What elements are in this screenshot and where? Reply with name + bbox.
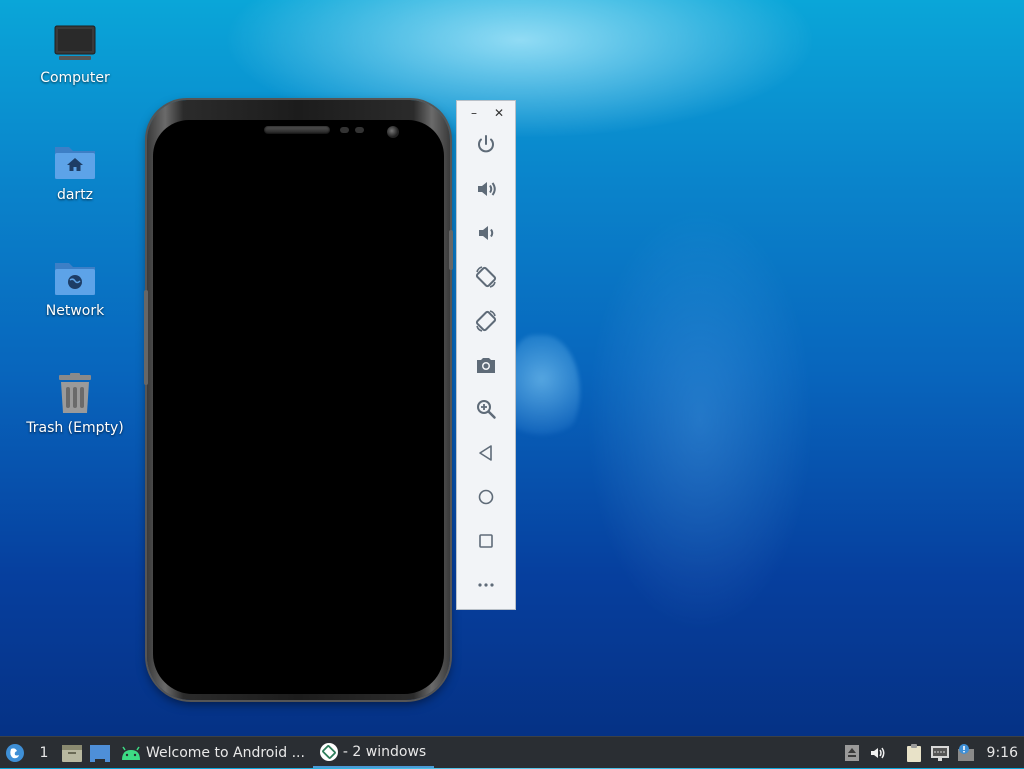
home-folder-icon <box>53 139 97 183</box>
screenshot-button[interactable] <box>466 347 506 383</box>
more-button[interactable] <box>466 567 506 603</box>
speaker-icon <box>870 747 885 758</box>
device-side-button <box>144 290 148 385</box>
home-icon <box>478 489 494 505</box>
file-manager-icon <box>62 744 82 762</box>
back-icon <box>479 445 492 461</box>
task-android-welcome[interactable]: Welcome to Android ... <box>114 737 313 768</box>
wallpaper-jellyfish <box>510 335 580 445</box>
desktop-icon-trash[interactable]: Trash (Empty) <box>20 372 130 436</box>
task-label: - 2 windows <box>342 743 427 760</box>
eject-tray-item[interactable] <box>839 737 865 769</box>
toolbar-title-bar: – ✕ <box>457 101 515 127</box>
show-desktop-launcher[interactable] <box>86 737 114 769</box>
desktop-icon-computer[interactable]: Computer <box>20 22 130 86</box>
volume-down-icon <box>479 226 494 240</box>
power-button[interactable] <box>466 127 506 163</box>
desktop-icon <box>90 744 110 762</box>
file-manager-launcher[interactable] <box>58 737 86 769</box>
trash-icon <box>53 372 97 416</box>
device-sensor <box>340 127 349 133</box>
task-label: Welcome to Android ... <box>146 744 305 761</box>
overview-button[interactable] <box>466 523 506 559</box>
network-tray-item[interactable] <box>927 737 953 769</box>
task-emulator-group[interactable]: - 2 windows <box>312 737 435 768</box>
system-tray: 9:16 <box>839 737 1024 769</box>
android-icon <box>122 746 140 760</box>
volume-up-icon <box>478 182 496 196</box>
volume-up-button[interactable] <box>466 171 506 207</box>
volume-tray-item[interactable] <box>865 737 891 769</box>
device-sensor <box>355 127 364 133</box>
emulator-toolbar: – ✕ <box>456 100 516 610</box>
desktop-icon-network[interactable]: Network <box>20 255 130 319</box>
computer-icon <box>53 22 97 66</box>
eject-icon <box>844 744 859 761</box>
minimize-button[interactable]: – <box>466 105 482 121</box>
device-camera <box>387 126 399 138</box>
workspace-switcher[interactable]: 1 <box>30 737 58 769</box>
desktop-icon-label: Computer <box>40 70 110 86</box>
tray-spacer <box>891 737 901 769</box>
camera-icon <box>477 358 495 373</box>
desktop-icon-dartz[interactable]: dartz <box>20 139 130 203</box>
start-menu-button[interactable] <box>0 737 30 769</box>
more-icon <box>478 583 494 587</box>
emulator-screen[interactable] <box>153 120 444 694</box>
zoom-icon <box>477 400 496 419</box>
home-button[interactable] <box>466 479 506 515</box>
emulator-icon <box>319 742 338 761</box>
clock[interactable]: 9:16 <box>979 745 1024 761</box>
close-button[interactable]: ✕ <box>491 105 507 121</box>
emulator-device-frame <box>144 100 453 700</box>
clipboard-icon <box>906 743 921 762</box>
notification-tray-item[interactable] <box>953 737 979 769</box>
power-icon <box>478 135 494 153</box>
device-speaker <box>264 126 330 134</box>
rotate-left-button[interactable] <box>466 259 506 295</box>
overview-icon <box>479 534 493 548</box>
start-menu-icon <box>6 743 24 762</box>
desktop-icon-label: dartz <box>56 187 94 203</box>
network-folder-icon <box>53 255 97 299</box>
zoom-button[interactable] <box>466 391 506 427</box>
desktop-icon-label: Trash (Empty) <box>26 420 124 436</box>
back-button[interactable] <box>466 435 506 471</box>
network-icon <box>930 745 949 761</box>
volume-down-button[interactable] <box>466 215 506 251</box>
taskbar: 1 Welcome to Android ... - 2 windows 9:1… <box>0 736 1024 768</box>
clipboard-tray-item[interactable] <box>901 737 927 769</box>
rotate-left-icon <box>475 266 497 288</box>
desktop-icon-label: Network <box>45 303 105 319</box>
rotate-right-icon <box>475 310 497 332</box>
device-side-button <box>449 230 453 270</box>
notification-icon <box>957 743 974 761</box>
rotate-right-button[interactable] <box>466 303 506 339</box>
